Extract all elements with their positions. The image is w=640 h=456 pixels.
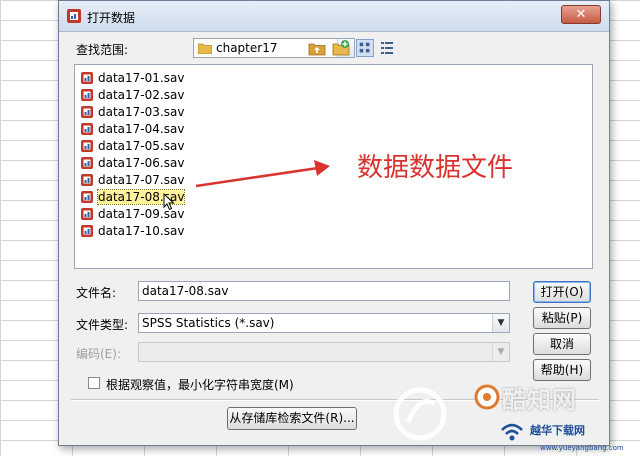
file-item[interactable]: data17-03.sav bbox=[80, 104, 184, 120]
sav-file-icon bbox=[81, 89, 93, 101]
chevron-down-icon: ▼ bbox=[492, 343, 509, 361]
folder-icon bbox=[198, 43, 212, 54]
minimize-string-width-checkbox[interactable] bbox=[88, 377, 100, 389]
sav-file-icon bbox=[81, 208, 93, 220]
filetype-dropdown[interactable]: SPSS Statistics (*.sav) ▼ bbox=[138, 313, 510, 333]
file-item[interactable]: data17-04.sav bbox=[80, 121, 184, 137]
title-bar: 打开数据 ✕ bbox=[59, 1, 609, 32]
look-in-dropdown[interactable]: chapter17 ▼ bbox=[193, 38, 355, 58]
encoding-label: 编码(E): bbox=[76, 347, 121, 361]
close-button[interactable]: ✕ bbox=[561, 5, 601, 24]
sav-file-icon bbox=[81, 72, 93, 84]
wifi-icon bbox=[501, 423, 523, 441]
chevron-down-icon[interactable]: ▼ bbox=[492, 314, 509, 332]
file-list[interactable]: data17-01.sav data17-02.sav data17-03.sa… bbox=[74, 64, 593, 269]
watermark-subtitle: 越华下载网 bbox=[530, 424, 585, 437]
sav-file-icon bbox=[81, 191, 93, 203]
dialog-title: 打开数据 bbox=[87, 11, 136, 25]
file-item[interactable]: data17-07.sav bbox=[80, 172, 184, 188]
sav-file-icon bbox=[81, 174, 93, 186]
look-in-value: chapter17 bbox=[216, 41, 278, 55]
watermark-logo-icon bbox=[393, 387, 447, 441]
mouse-cursor-icon bbox=[163, 193, 175, 211]
sav-file-icon bbox=[81, 157, 93, 169]
retrieve-from-repository-button[interactable]: 从存储库检索文件(R)... bbox=[227, 407, 357, 430]
look-in-label: 查找范围: bbox=[76, 43, 129, 57]
filetype-label: 文件类型: bbox=[76, 318, 129, 332]
open-button[interactable]: 打开(O) bbox=[533, 281, 591, 303]
new-folder-icon[interactable] bbox=[332, 39, 350, 57]
file-item[interactable]: data17-02.sav bbox=[80, 87, 184, 103]
filename-input[interactable]: data17-08.sav bbox=[138, 281, 510, 301]
watermark-url: www.yueyangbang.com bbox=[540, 444, 624, 452]
sav-file-icon bbox=[81, 106, 93, 118]
sav-file-icon bbox=[81, 225, 93, 237]
file-item[interactable]: data17-10.sav bbox=[80, 223, 184, 239]
sav-file-icon bbox=[81, 123, 93, 135]
watermark-circle-icon bbox=[474, 384, 500, 410]
spss-app-icon bbox=[67, 9, 81, 23]
filename-label: 文件名: bbox=[76, 286, 117, 300]
cancel-button[interactable]: 取消 bbox=[533, 333, 591, 355]
paste-button[interactable]: 粘贴(P) bbox=[533, 307, 591, 329]
file-item[interactable]: data17-06.sav bbox=[80, 155, 184, 171]
watermark: 酷知网 越华下载网 www.yueyangbang.com bbox=[390, 378, 640, 456]
file-item[interactable]: data17-01.sav bbox=[80, 70, 184, 86]
sav-file-icon bbox=[81, 140, 93, 152]
minimize-string-width-label: 根据观察值，最小化字符串宽度(M) bbox=[106, 378, 294, 392]
annotation-text: 数据数据文件 bbox=[357, 153, 514, 183]
encoding-dropdown: ▼ bbox=[138, 342, 510, 362]
filetype-value: SPSS Statistics (*.sav) bbox=[142, 316, 275, 330]
list-view-icon[interactable] bbox=[356, 39, 374, 57]
file-item[interactable]: data17-05.sav bbox=[80, 138, 184, 154]
details-view-icon[interactable] bbox=[378, 39, 396, 57]
watermark-brand: 酷知网 bbox=[502, 386, 577, 414]
up-folder-icon[interactable] bbox=[308, 39, 326, 57]
